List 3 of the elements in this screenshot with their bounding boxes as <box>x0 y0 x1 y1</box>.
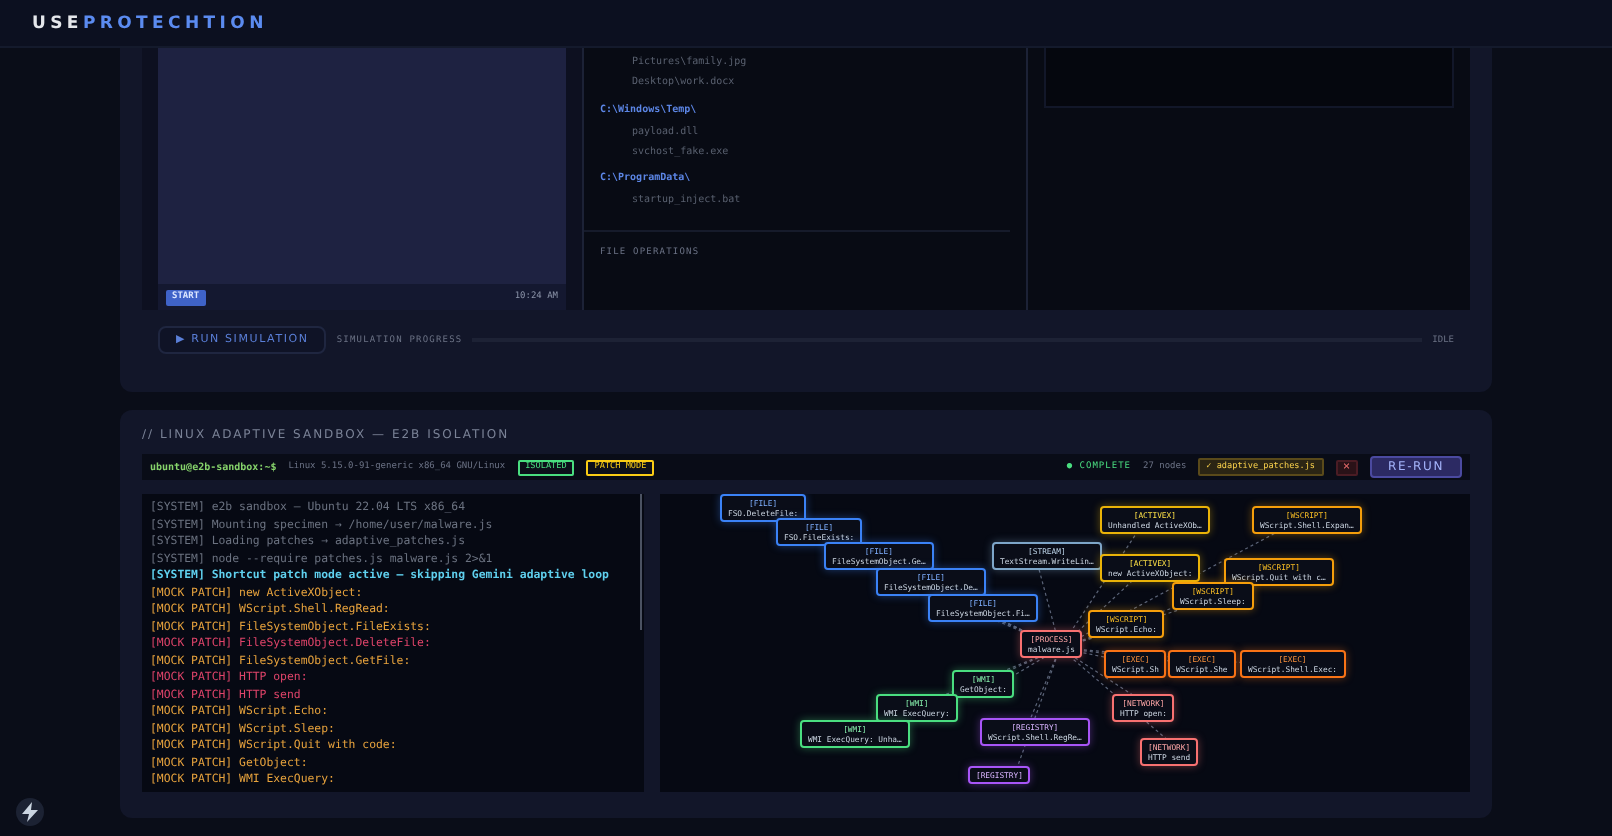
lightning-icon[interactable] <box>16 798 44 826</box>
scrollbar <box>639 494 642 630</box>
logo[interactable]: USE PROTECHTION <box>32 13 268 33</box>
